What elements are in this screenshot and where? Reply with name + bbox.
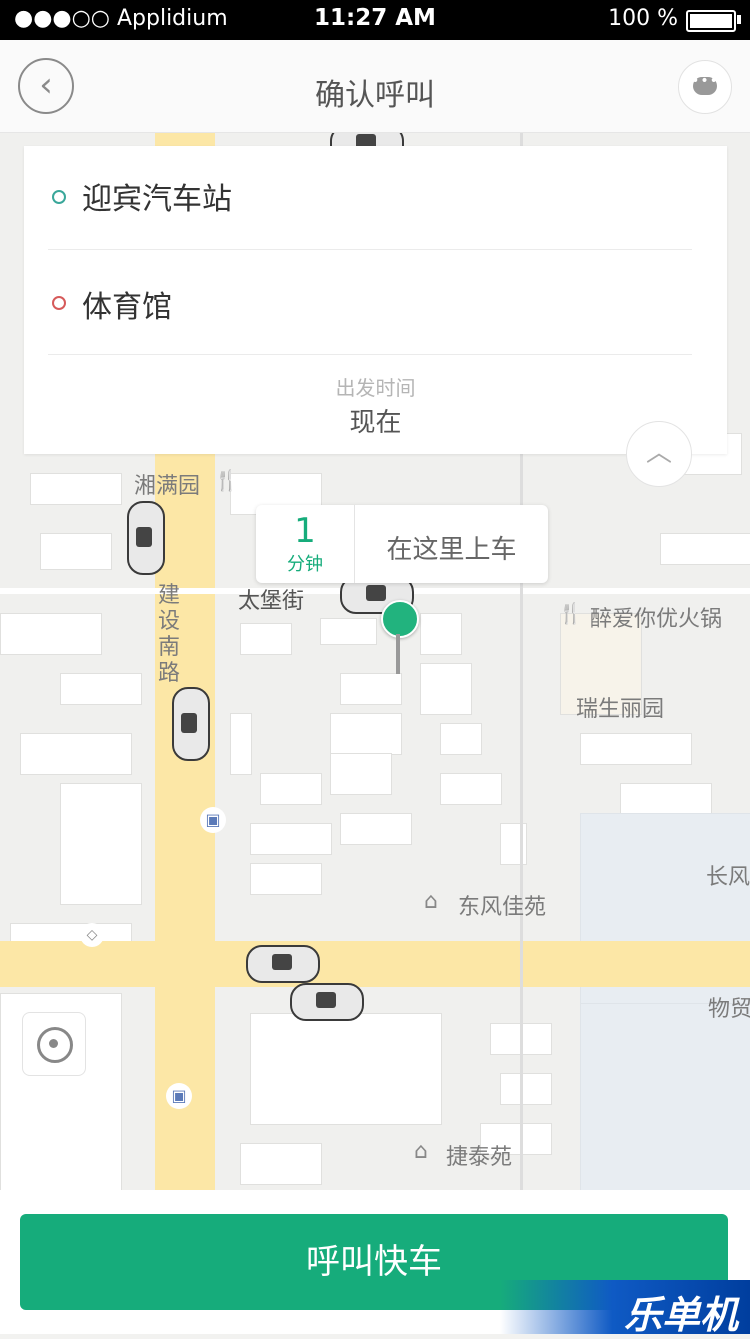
brand-text: 乐单机 bbox=[623, 1293, 738, 1337]
battery-icon bbox=[686, 10, 736, 32]
car-icon bbox=[290, 983, 364, 1021]
car-icon bbox=[127, 501, 165, 575]
end-dot-icon bbox=[52, 296, 66, 310]
page-title: 确认呼叫 bbox=[315, 78, 435, 113]
pickup-here-label: 在这里上车 bbox=[386, 535, 517, 565]
route-card: 迎宾汽车站 体育馆 出发时间 现在 bbox=[24, 146, 727, 454]
pin-stick bbox=[396, 634, 400, 674]
eta-unit: 分钟 bbox=[287, 554, 323, 575]
bus-stop-icon: ▣ bbox=[166, 1083, 192, 1109]
shield-icon: ◇ bbox=[80, 923, 104, 947]
pickup-callout[interactable]: 1 分钟 在这里上车 bbox=[256, 505, 548, 583]
map-label: 长风 bbox=[706, 865, 750, 890]
start-dot-icon bbox=[52, 190, 66, 204]
departure-label: 出发时间 bbox=[335, 376, 416, 400]
map-label: 捷泰苑 bbox=[446, 1145, 513, 1170]
car-icon bbox=[172, 687, 210, 761]
navigation-bar: ‹ 确认呼叫 ••• bbox=[0, 40, 750, 133]
crosshair-center bbox=[49, 1039, 58, 1048]
end-location[interactable]: 体育馆 bbox=[82, 282, 172, 326]
departure-time[interactable]: 现在 bbox=[24, 402, 727, 439]
map-label: 湘满园 bbox=[134, 474, 201, 499]
eta-number: 1 bbox=[294, 511, 316, 551]
pickup-pin-icon[interactable] bbox=[381, 600, 419, 638]
house-icon: ⌂ bbox=[424, 889, 438, 914]
chat-dots: ••• bbox=[691, 73, 719, 89]
battery-tip bbox=[737, 15, 741, 24]
divider bbox=[48, 249, 692, 250]
divider bbox=[48, 354, 692, 355]
collapse-button[interactable]: ︿ bbox=[626, 421, 692, 487]
message-button[interactable]: ••• bbox=[678, 60, 732, 114]
house-icon: ⌂ bbox=[414, 1139, 428, 1164]
locate-button[interactable] bbox=[22, 1012, 86, 1076]
restaurant-icon: 🍴 bbox=[558, 601, 583, 625]
map-label: 瑞生丽园 bbox=[576, 697, 665, 722]
bus-stop-icon: ▣ bbox=[200, 807, 226, 833]
map-label: 太堡街 bbox=[238, 589, 305, 614]
map-label: 醉爱你优火锅 bbox=[590, 607, 723, 632]
chevron-up-icon: ︿ bbox=[645, 438, 672, 468]
map-label: 物贸 bbox=[708, 997, 750, 1022]
road-label: 建设南路 bbox=[158, 583, 181, 686]
start-location[interactable]: 迎宾汽车站 bbox=[82, 174, 232, 218]
battery-percent: 100 % bbox=[608, 6, 678, 31]
status-bar: ●●●○○ Applidium 11:27 AM 100 % bbox=[0, 0, 750, 40]
watermark-logo: 乐单机 bbox=[500, 1280, 750, 1337]
map-label: 东风佳苑 bbox=[458, 895, 547, 920]
car-icon bbox=[246, 945, 320, 983]
restaurant-icon: 🍴 bbox=[214, 468, 239, 492]
